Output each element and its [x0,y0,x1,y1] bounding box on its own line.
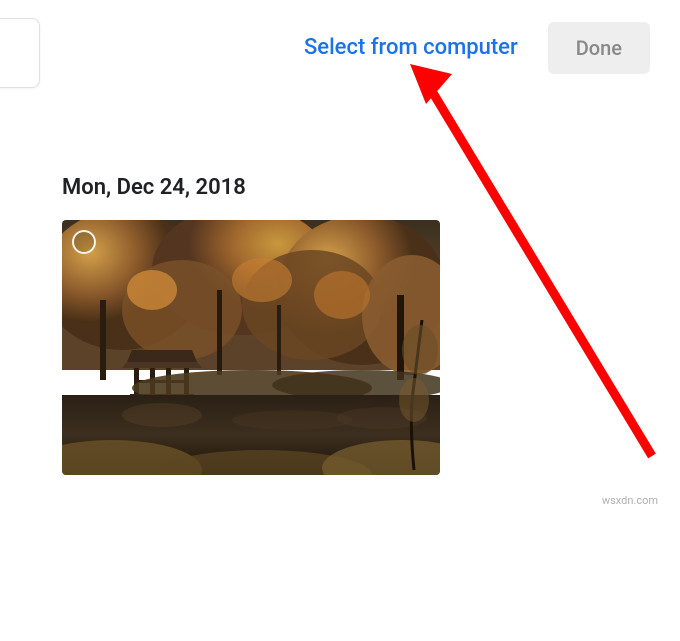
content-area: Mon, Dec 24, 2018 [0,95,680,475]
partial-box-left [0,18,40,88]
watermark-text: wsxdn.com [602,494,658,507]
date-heading: Mon, Dec 24, 2018 [62,175,680,200]
top-bar: Select from computer Done [0,0,680,95]
photo-thumbnail[interactable] [62,220,440,475]
select-from-computer-link[interactable]: Select from computer [304,35,518,60]
done-button[interactable]: Done [548,22,650,74]
photo-image [62,220,440,475]
selection-circle-icon[interactable] [72,230,96,254]
